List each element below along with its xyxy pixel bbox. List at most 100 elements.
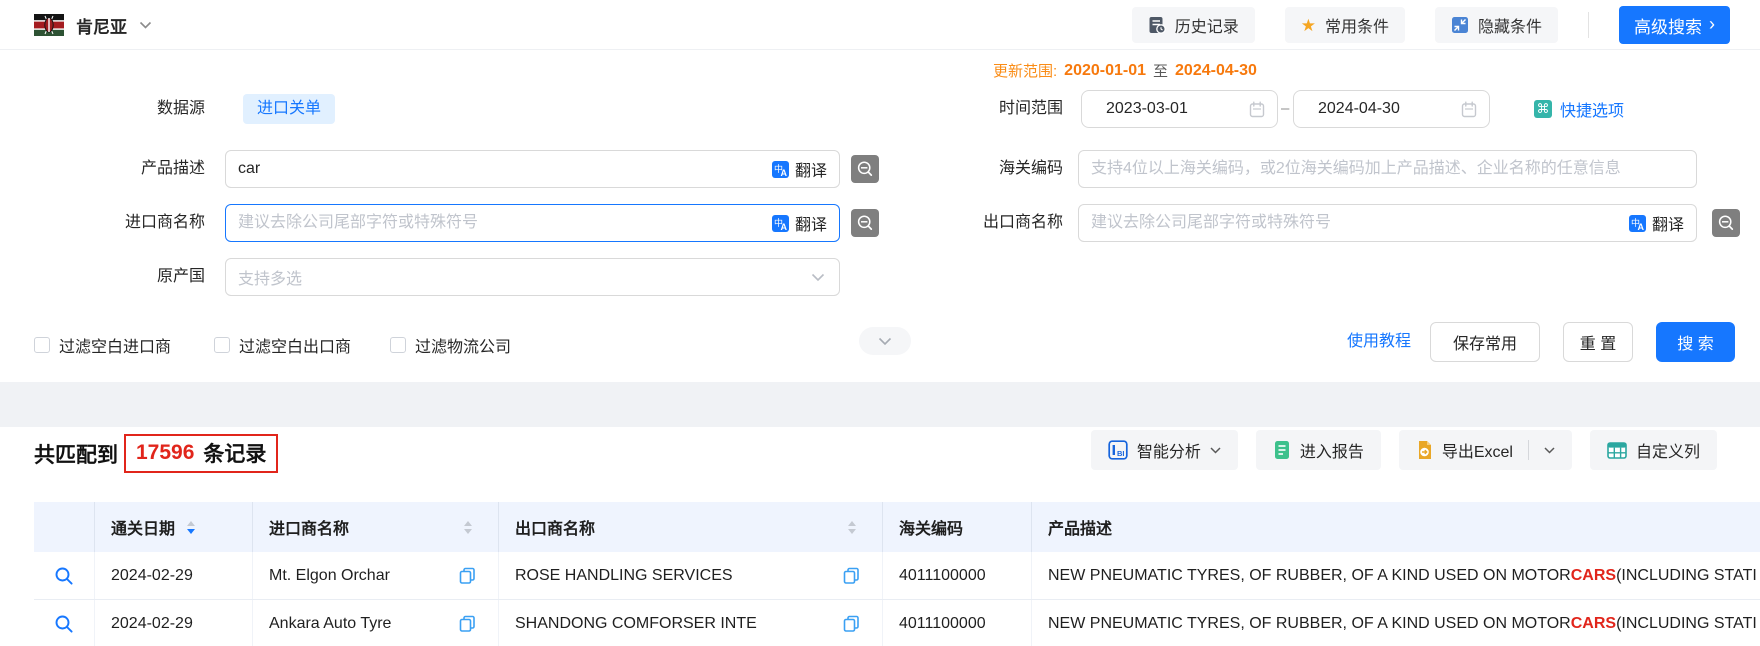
- sort-importer-control[interactable]: [464, 521, 472, 534]
- country-name: 肯尼亚: [76, 13, 127, 38]
- header-date-label: 通关日期: [111, 515, 175, 539]
- filter-label: 过滤物流公司: [415, 333, 511, 357]
- sort-date-control[interactable]: [187, 521, 195, 534]
- table-row: 2024-02-29 Ankara Auto Tyre SHANDONG COM…: [34, 600, 1760, 646]
- cell-hs-code: 4011100000: [883, 600, 1032, 646]
- exclude-search-button[interactable]: [1712, 209, 1740, 237]
- filter-label: 过滤空白出口商: [239, 333, 351, 357]
- filter-logistics-checkbox[interactable]: 过滤物流公司: [390, 333, 511, 357]
- translate-icon-a: A: [780, 168, 787, 178]
- date-start-field[interactable]: [1081, 90, 1278, 128]
- exporter-name[interactable]: SHANDONG COMFORSER INTE: [515, 615, 757, 633]
- collapse-icon: [1451, 16, 1469, 34]
- save-common-button[interactable]: 保存常用: [1430, 322, 1540, 362]
- copy-icon: [459, 615, 476, 632]
- chevron-down-icon: [811, 273, 825, 282]
- hide-conditions-label: 隐藏条件: [1478, 13, 1542, 37]
- update-range-label: 更新范围:: [993, 60, 1057, 81]
- desc-text: (INCLUDING STATI: [1616, 615, 1757, 633]
- desc-highlight: CARS: [1571, 615, 1616, 633]
- product-desc-input[interactable]: [226, 151, 772, 187]
- advanced-search-button[interactable]: 高级搜索 ›: [1619, 6, 1730, 44]
- sort-exporter-control[interactable]: [848, 521, 856, 534]
- sort-asc-icon[interactable]: [464, 521, 472, 526]
- importer-input[interactable]: [226, 205, 772, 241]
- cell-product-desc: NEW PNEUMATIC TYRES, OF RUBBER, OF A KIN…: [1032, 600, 1760, 646]
- origin-label: 原产国: [0, 258, 205, 296]
- exporter-name[interactable]: ROSE HANDLING SERVICES: [515, 567, 733, 585]
- header-exporter[interactable]: 出口商名称: [499, 502, 883, 552]
- copy-button[interactable]: [459, 615, 476, 632]
- desc-text: NEW PNEUMATIC TYRES, OF RUBBER, OF A KIN…: [1048, 615, 1571, 633]
- hide-conditions-button[interactable]: 隐藏条件: [1435, 7, 1558, 43]
- smart-analysis-label: 智能分析: [1137, 438, 1201, 462]
- sort-asc-icon[interactable]: [187, 521, 195, 526]
- data-source-chip[interactable]: 进口关单: [243, 94, 335, 124]
- translate-button[interactable]: 中 A 翻译: [772, 157, 839, 181]
- chevron-down-icon: [878, 337, 892, 346]
- history-button[interactable]: 历史记录: [1132, 7, 1255, 43]
- country-selector[interactable]: 肯尼亚: [34, 0, 152, 50]
- exclude-search-icon: [856, 214, 874, 232]
- copy-button[interactable]: [459, 567, 476, 584]
- copy-icon: [843, 615, 860, 632]
- filter-blank-importer-checkbox[interactable]: 过滤空白进口商: [34, 333, 171, 357]
- filter-blank-exporter-checkbox[interactable]: 过滤空白出口商: [214, 333, 351, 357]
- header-product-desc: 产品描述: [1032, 502, 1760, 552]
- enter-report-button[interactable]: 进入报告: [1256, 430, 1381, 470]
- topbar-actions: 历史记录 ★ 常用条件 隐藏条件 高级搜索 ›: [1132, 0, 1730, 50]
- chevron-down-icon: [1210, 447, 1221, 454]
- importer-name[interactable]: Mt. Elgon Orchar: [269, 567, 390, 585]
- importer-field: 中 A 翻译: [225, 204, 840, 242]
- results-summary: 共匹配到 17596 条记录: [34, 434, 278, 473]
- importer-name[interactable]: Ankara Auto Tyre: [269, 615, 391, 633]
- collapse-form-button[interactable]: [859, 327, 911, 355]
- header-importer[interactable]: 进口商名称: [253, 502, 499, 552]
- svg-text:BI: BI: [1117, 449, 1125, 458]
- hs-code-field: [1078, 150, 1697, 188]
- cell-exporter: ROSE HANDLING SERVICES: [499, 552, 883, 599]
- results-toolbar: BI 智能分析 进入报告 导出Excel: [1091, 430, 1717, 470]
- sort-desc-icon[interactable]: [848, 529, 856, 534]
- filter-label: 过滤空白进口商: [59, 333, 171, 357]
- sort-asc-icon[interactable]: [848, 521, 856, 526]
- search-button[interactable]: 搜 索: [1656, 322, 1735, 362]
- checkbox-icon: [390, 337, 406, 353]
- sort-desc-icon[interactable]: [464, 529, 472, 534]
- exporter-input[interactable]: [1079, 205, 1629, 241]
- desc-highlight: CARS: [1571, 567, 1616, 585]
- date-end-input[interactable]: [1306, 91, 1461, 127]
- smart-analysis-button[interactable]: BI 智能分析: [1091, 430, 1238, 470]
- copy-button[interactable]: [843, 567, 860, 584]
- hs-code-input[interactable]: [1079, 151, 1696, 187]
- custom-columns-button[interactable]: 自定义列: [1590, 430, 1717, 470]
- date-end-field[interactable]: [1293, 90, 1490, 128]
- origin-select[interactable]: 支持多选: [225, 258, 840, 296]
- header-date[interactable]: 通关日期: [95, 502, 253, 552]
- translate-button[interactable]: 中 A 翻译: [772, 211, 839, 235]
- translate-button[interactable]: 中 A 翻译: [1629, 211, 1696, 235]
- translate-label: 翻译: [1652, 211, 1684, 235]
- origin-placeholder: 支持多选: [226, 265, 302, 289]
- export-excel-button[interactable]: 导出Excel: [1399, 430, 1572, 470]
- desc-text: NEW PNEUMATIC TYRES, OF RUBBER, OF A KIN…: [1048, 567, 1571, 585]
- sort-desc-icon[interactable]: [187, 529, 195, 534]
- translate-icon-a: A: [780, 222, 787, 232]
- tutorial-link[interactable]: 使用教程: [1347, 322, 1411, 362]
- date-start-input[interactable]: [1094, 91, 1249, 127]
- reset-button[interactable]: 重 置: [1563, 322, 1633, 362]
- copy-button[interactable]: [843, 615, 860, 632]
- quick-options-button[interactable]: ⌘ 快捷选项: [1534, 90, 1624, 128]
- favorites-button[interactable]: ★ 常用条件: [1285, 7, 1405, 43]
- chevron-down-icon: [139, 21, 152, 29]
- command-icon: ⌘: [1534, 100, 1552, 118]
- quick-options-label: 快捷选项: [1560, 97, 1624, 121]
- advanced-search-label: 高级搜索: [1634, 13, 1702, 38]
- view-detail-button[interactable]: [54, 614, 74, 634]
- view-detail-button[interactable]: [54, 566, 74, 586]
- chevron-down-icon[interactable]: [1544, 447, 1555, 454]
- header-exporter-label: 出口商名称: [515, 515, 595, 539]
- results-table: 通关日期 进口商名称 出口商名称 海关编码: [34, 502, 1760, 646]
- table-row: 2024-02-29 Mt. Elgon Orchar ROSE HANDLIN…: [34, 552, 1760, 600]
- matched-count-highlight-box: 17596 条记录: [124, 434, 278, 473]
